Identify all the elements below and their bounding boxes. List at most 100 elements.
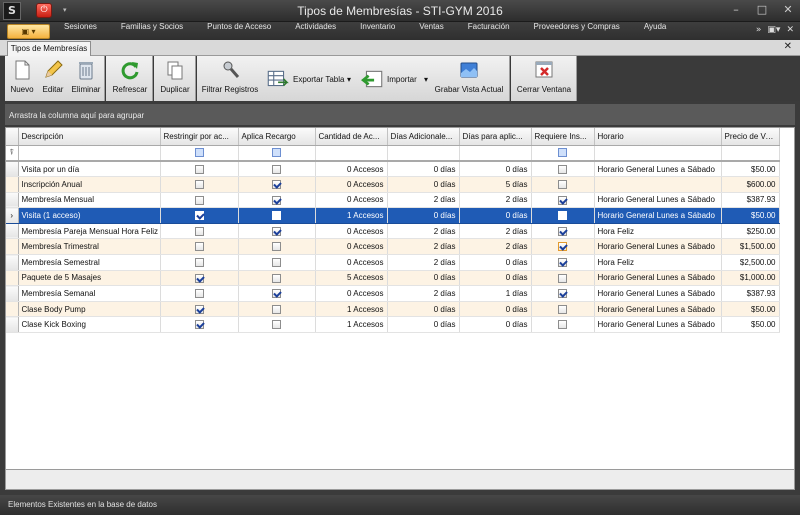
cell-descripcion[interactable]: Membresía Semanal [18,285,161,302]
tab-proveedores-y-compras[interactable]: Proveedores y Compras [534,22,620,40]
cell-precio-venta[interactable]: $1,500.00 [721,238,780,256]
col-dias-aplicar[interactable]: Días para aplic... [459,128,532,146]
checkbox-unchecked[interactable] [272,304,281,314]
checkbox-unchecked[interactable] [558,273,567,283]
col-descripcion[interactable]: Descripción [18,128,161,146]
cell-dias-adicionales[interactable]: 2 días [387,254,460,271]
import-dropdown-icon[interactable]: ▾ [424,75,428,84]
checkbox-unchecked[interactable] [272,273,281,283]
filter-aplica-recargo[interactable] [238,145,316,162]
cell-horario[interactable]: Horario General Lunes a Sábado [594,285,722,302]
checkbox-unchecked[interactable] [194,289,204,299]
close-document-icon[interactable]: ✕ [784,41,792,52]
tab-sesiones[interactable]: Sesiones [64,22,97,40]
cell-dias-adicionales[interactable]: 0 días [387,207,460,224]
filter-horario[interactable] [594,145,722,162]
cell-horario[interactable]: Hora Feliz [594,223,722,240]
checkbox-checked[interactable] [558,242,567,252]
cell-horario[interactable]: Horario General Lunes a Sábado [594,207,722,224]
checkbox-unchecked[interactable] [272,320,281,330]
checkbox-checked[interactable] [272,195,281,205]
cell-cantidad-accesos[interactable]: 0 Accesos [315,192,388,209]
tab-inventario[interactable]: Inventario [360,22,395,40]
row-indicator[interactable] [6,238,19,256]
filter-dias-aplicar[interactable] [459,145,532,162]
tab-ventas[interactable]: Ventas [419,22,443,40]
col-dias-adicionales[interactable]: Días Adicionale... [387,128,460,146]
cell-dias-adicionales[interactable]: 2 días [387,238,460,256]
cell-precio-venta[interactable]: $1,000.00 [721,270,780,287]
cell-dias-aplicar[interactable]: 2 días [459,192,532,209]
cell-precio-venta[interactable]: $50.00 [721,161,780,178]
table-row[interactable]: Membresía Trimestral 0 Accesos 2 días 2 día… [6,238,780,256]
chevron-right-icon[interactable]: » [756,25,762,35]
cell-descripcion[interactable]: Membresía Pareja Mensual Hora Feliz [18,223,161,240]
checkbox-checked[interactable] [272,226,281,236]
cell-horario[interactable] [594,176,722,193]
row-indicator[interactable] [6,192,19,209]
col-precio-venta[interactable]: Precio de Venta [721,128,780,146]
refrescar-button[interactable]: Refrescar [108,59,152,101]
row-indicator[interactable] [6,270,19,287]
cell-dias-aplicar[interactable]: 0 días [459,270,532,287]
checkbox-unchecked[interactable] [272,164,281,174]
cerrar-ventana-button[interactable]: Cerrar Ventana [513,59,575,101]
checkbox-checked[interactable] [194,304,204,314]
cell-horario[interactable]: Horario General Lunes a Sábado [594,270,722,287]
cell-descripcion[interactable]: Membresía Mensual [18,192,161,209]
checkbox-unchecked[interactable] [558,180,567,190]
cell-precio-venta[interactable]: $50.00 [721,207,780,224]
cell-precio-venta[interactable]: $387.93 [721,192,780,209]
nuevo-button[interactable]: Nuevo [7,59,37,101]
cell-dias-adicionales[interactable]: 2 días [387,192,460,209]
filter-dias-adicionales[interactable] [387,145,460,162]
cell-cantidad-accesos[interactable]: 0 Accesos [315,285,388,302]
cell-precio-venta[interactable]: $2,500.00 [721,254,780,271]
table-row[interactable]: Membresía Pareja Mensual Hora Feliz 0 Acc… [6,223,780,240]
row-indicator[interactable] [6,301,19,318]
table-row[interactable]: Clase Kick Boxing 1 Accesos 0 días 0 días Ho… [6,316,780,334]
cell-precio-venta[interactable]: $250.00 [721,223,780,240]
cell-dias-aplicar[interactable]: 0 días [459,254,532,271]
maximize-button[interactable]: □ [754,3,770,17]
row-indicator[interactable] [6,161,19,178]
checkbox-checked[interactable] [194,211,204,221]
col-aplica-recargo[interactable]: Aplica Recargo [238,128,316,146]
cell-precio-venta[interactable]: $600.00 [721,176,780,193]
filter-cantidad[interactable] [315,145,388,162]
cell-dias-adicionales[interactable]: 0 días [387,161,460,178]
cell-precio-venta[interactable]: $50.00 [721,316,780,334]
document-tab[interactable]: Tipos de Membresías [7,41,91,56]
group-by-panel[interactable]: Arrastra la columna aquí para agrupar [5,104,795,125]
checkbox-checked[interactable] [558,289,567,299]
cell-cantidad-accesos[interactable]: 1 Accesos [315,207,388,224]
importar-button[interactable]: Importar ▾ [361,59,431,88]
grabar-vista-actual-button[interactable]: Grabar Vista Actual [431,59,507,101]
tab-actividades[interactable]: Actividades [295,22,336,40]
cell-dias-adicionales[interactable]: 2 días [387,285,460,302]
cell-dias-aplicar[interactable]: 1 días [459,285,532,302]
cell-descripcion[interactable]: Visita por un día [18,161,161,178]
editar-button[interactable]: Editar [38,59,68,101]
checkbox-checked[interactable] [194,273,204,283]
checkbox-unchecked[interactable] [558,320,567,330]
filter-checkbox[interactable] [272,148,281,158]
table-row[interactable]: Membresía Semanal 0 Accesos 2 días 1 días Ho… [6,285,780,302]
filter-requiere[interactable] [531,145,595,162]
checkbox-unchecked[interactable] [194,195,204,205]
cell-dias-adicionales[interactable]: 0 días [387,270,460,287]
table-row[interactable]: Membresía Semestral 0 Accesos 2 días 0 días… [6,254,780,271]
cell-descripcion[interactable]: Clase Kick Boxing [18,316,161,334]
row-indicator[interactable] [6,254,19,271]
table-row[interactable]: › Visita (1 acceso) 1 Accesos 0 días 0 días H… [6,207,780,224]
checkbox-unchecked[interactable] [194,164,204,174]
row-indicator[interactable] [6,223,19,240]
table-row[interactable]: Inscripción Anual 0 Accesos 0 días 5 días $6… [6,176,780,193]
checkbox-unchecked[interactable] [194,226,204,236]
cell-descripcion[interactable]: Paquete de 5 Masajes [18,270,161,287]
cell-dias-adicionales[interactable]: 2 días [387,223,460,240]
table-row[interactable]: Membresía Mensual 0 Accesos 2 días 2 días Ho… [6,192,780,209]
cell-cantidad-accesos[interactable]: 1 Accesos [315,316,388,334]
exportar-tabla-button[interactable]: Exportar Tabla ▾ [265,59,357,87]
checkbox-checked[interactable] [558,258,567,268]
